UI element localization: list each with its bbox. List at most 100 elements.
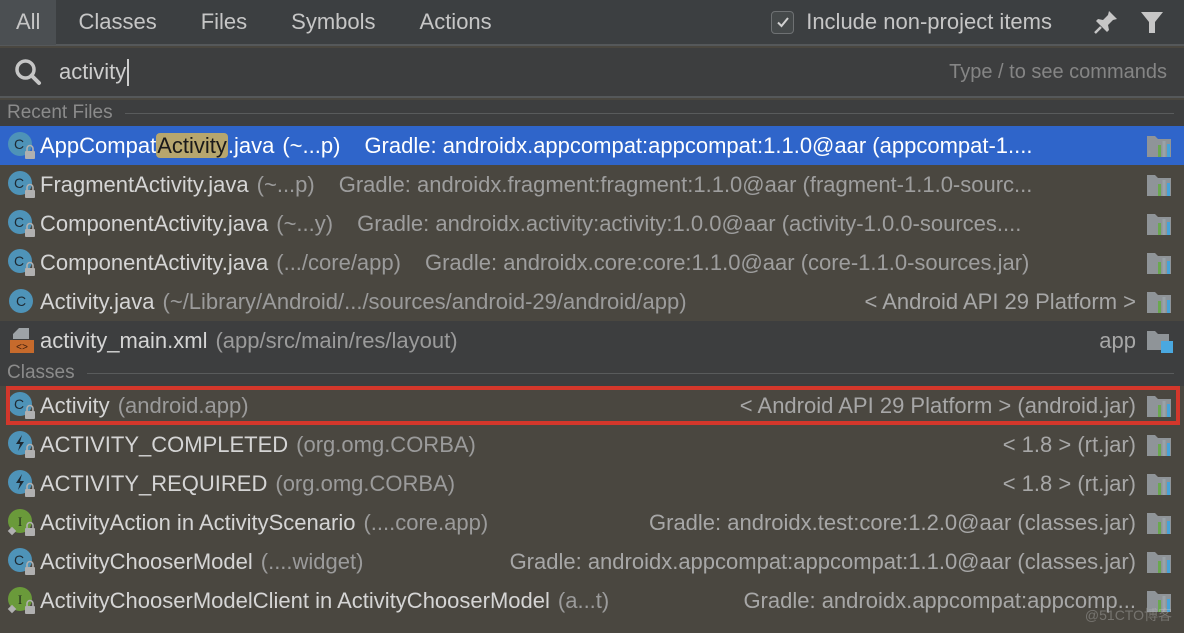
file-name: AppCompatActivity.java [40,132,275,159]
interface-icon: I [7,508,37,538]
library-info: Gradle: androidx.appcompat:appcompat:1.1… [364,132,1033,158]
file-name-part: .java [227,132,275,158]
package-name: (android.app) [117,392,249,418]
checkmark-icon [776,17,789,28]
library-icon [1146,172,1174,198]
package-name: (....widget) [260,548,364,574]
section-header-classes: Classes [0,360,1184,386]
search-everywhere-tabbar: All Classes Files Symbols Actions Includ… [0,0,1184,46]
file-location: (.../core/app) [276,249,401,275]
text-caret [127,58,129,86]
svg-text:C: C [14,552,24,568]
library-info: Gradle: androidx.fragment:fragment:1.1.0… [338,171,1033,197]
tab-all[interactable]: All [0,0,57,45]
class-row[interactable]: ACTIVITY_REQUIRED (org.omg.CORBA) < 1.8 > … [0,464,1184,503]
pin-icon[interactable] [1092,8,1120,36]
library-icon [1146,289,1174,315]
class-locked-icon: C [7,248,37,278]
search-hint: Type / to see commands [949,60,1167,83]
search-icon [15,59,41,85]
class-locked-icon: C [7,170,37,200]
file-name-part: Activity.java [40,288,155,314]
class-locked-icon: C [7,391,37,421]
file-location: (app/src/main/res/layout) [215,327,458,353]
search-input-value[interactable]: activity [59,59,126,85]
checkbox-box[interactable] [771,10,795,34]
tab-files[interactable]: Files [179,0,269,45]
results-list: Recent Files C AppCompatActivity.java (~..… [0,100,1184,633]
section-title: Classes [7,362,75,383]
section-header-recent-files: Recent Files [0,100,1184,126]
divider [124,112,1174,114]
file-name: ComponentActivity.java [40,211,268,237]
tab-classes[interactable]: Classes [56,0,178,45]
class-name: ActivityAction in ActivityScenario [40,509,356,535]
svg-text:C: C [16,293,26,309]
file-name: Activity.java [40,289,155,315]
class-locked-icon: C [7,547,37,577]
recent-file-row[interactable]: C Activity.java (~/Library/Android/.../sou… [0,282,1184,321]
class-row[interactable]: C Activity (android.app) < Android API 29 P… [0,386,1184,425]
package-name: (a...t) [557,587,610,613]
library-icon [1146,471,1174,497]
include-non-project-label: Include non-project items [806,9,1052,34]
file-name-part: FragmentActivity.java [40,171,249,197]
interface-icon: I [7,586,37,616]
file-name-part: ComponentActivity.java [40,249,269,275]
file-name: FragmentActivity.java [40,172,249,198]
library-info: < Android API 29 Platform > [864,288,1137,314]
class-row[interactable]: C ActivityChooserModel (....widget) Gradle:… [0,542,1184,581]
library-icon [1146,211,1174,237]
file-location: (~...p) [256,171,315,197]
xml-file-icon: <> [7,326,37,356]
exception-class-icon [7,469,37,499]
class-locked-icon: C [7,131,37,161]
include-non-project-checkbox[interactable]: Include non-project items [771,9,1052,35]
svg-text:C: C [14,253,24,269]
class-name: ACTIVITY_COMPLETED [40,431,289,457]
library-icon [1146,393,1174,419]
library-icon [1146,549,1174,575]
library-icon [1146,432,1174,458]
class-row[interactable]: ACTIVITY_COMPLETED (org.omg.CORBA) < 1.8 >… [0,425,1184,464]
file-name: ComponentActivity.java [40,250,268,276]
library-icon [1146,510,1174,536]
search-bar: activity Type / to see commands [0,48,1184,98]
library-info: Gradle: androidx.test:core:1.2.0@aar (cl… [649,509,1136,535]
file-name-part: ComponentActivity.java [40,210,269,236]
class-row[interactable]: I ActivityChooserModelClient in ActivityC… [0,581,1184,620]
file-name: activity_main.xml [40,328,207,354]
class-locked-icon: C [7,209,37,239]
recent-file-row[interactable]: C AppCompatActivity.java (~...p) Gradle: an… [0,126,1184,165]
file-location: (~/Library/Android/.../sources/android-2… [162,288,687,314]
library-info: Gradle: androidx.appcompat:appcompat:1.1… [509,548,1136,574]
svg-text:C: C [14,396,24,412]
package-name: (....core.app) [363,509,489,535]
svg-text:C: C [14,175,24,191]
package-name: (org.omg.CORBA) [296,431,476,457]
tab-actions[interactable]: Actions [398,0,514,45]
class-row[interactable]: I ActivityAction in ActivityScenario (....… [0,503,1184,542]
svg-text:C: C [14,214,24,230]
library-icon [1146,133,1174,159]
library-info: < 1.8 > (rt.jar) [1002,470,1136,496]
library-info: < Android API 29 Platform > (android.jar… [739,392,1136,418]
library-info: Gradle: androidx.activity:activity:1.0.0… [357,210,1022,236]
svg-text:C: C [14,136,24,152]
search-input[interactable]: activity [59,58,129,86]
module-folder-icon [1146,328,1174,354]
file-location: (~...y) [276,210,334,236]
recent-file-row[interactable]: <> activity_main.xml (app/src/main/res/lay… [0,321,1184,360]
tab-symbols[interactable]: Symbols [269,0,397,45]
watermark: @51CTO博客 [1084,607,1172,623]
library-info: Gradle: androidx.core:core:1.1.0@aar (co… [424,249,1030,275]
recent-file-row[interactable]: C FragmentActivity.java (~...p) Gradle: and… [0,165,1184,204]
file-name-part: AppCompat [40,132,157,158]
library-icon [1146,250,1174,276]
class-name: ACTIVITY_REQUIRED [40,470,268,496]
match-highlight: Activity [156,132,228,158]
library-info: < 1.8 > (rt.jar) [1002,431,1136,457]
filter-icon[interactable] [1138,8,1166,36]
recent-file-row[interactable]: C ComponentActivity.java (.../core/app) Gra… [0,243,1184,282]
recent-file-row[interactable]: C ComponentActivity.java (~...y) Gradle: an… [0,204,1184,243]
